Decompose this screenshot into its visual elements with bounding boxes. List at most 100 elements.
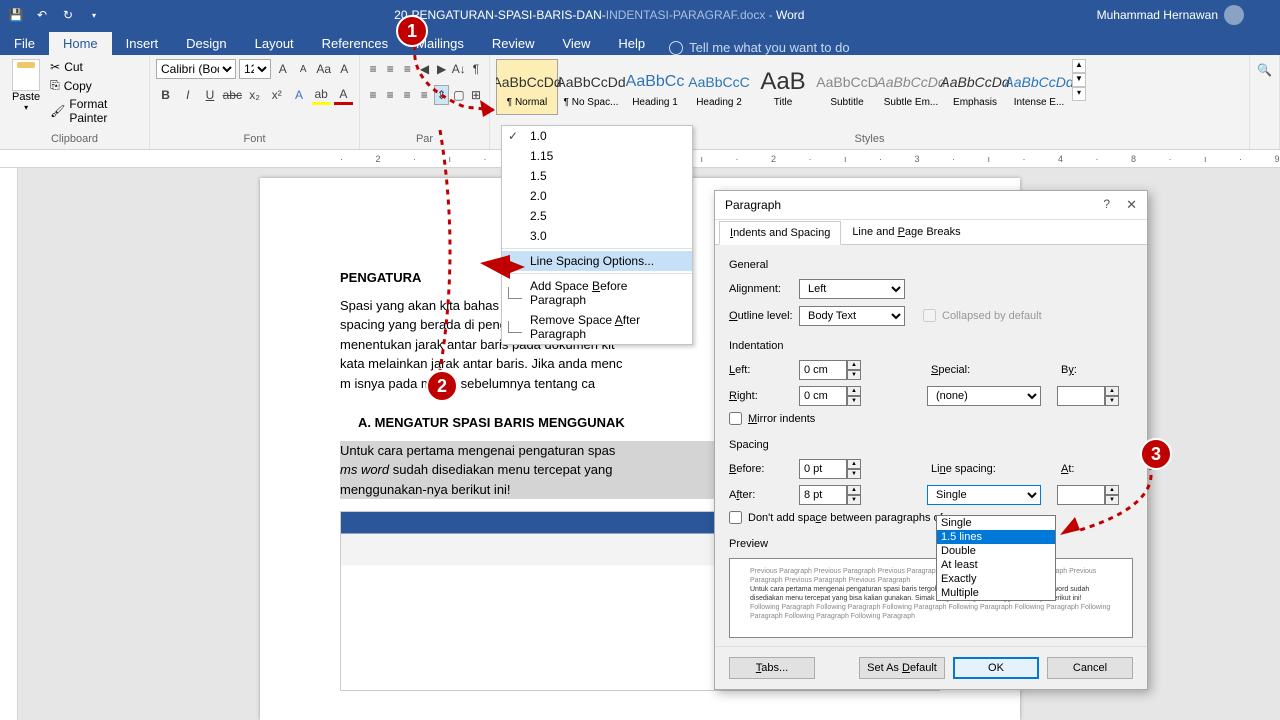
collapsed-checkbox: [923, 309, 936, 322]
line-spacing-menu: ✓1.0 1.15 1.5 2.0 2.5 3.0 Line Spacing O…: [501, 125, 693, 345]
cancel-button[interactable]: Cancel: [1047, 657, 1133, 679]
ls-25[interactable]: 2.5: [502, 206, 692, 226]
brush-icon: 🖌: [50, 104, 65, 118]
ls-15[interactable]: 1.5: [502, 166, 692, 186]
ls-opt-multiple[interactable]: Multiple: [937, 586, 1055, 600]
tab-file[interactable]: File: [0, 32, 49, 55]
tab-home[interactable]: Home: [49, 32, 112, 55]
tab-view[interactable]: View: [548, 32, 604, 55]
user-avatar-icon[interactable]: [1224, 5, 1244, 25]
cut-button[interactable]: ✂Cut: [46, 59, 143, 75]
tell-me[interactable]: Tell me what you want to do: [659, 40, 849, 55]
paragraph-dialog: Paragraph ? ✕ Indents and Spacing Line a…: [714, 190, 1148, 690]
tab-design[interactable]: Design: [172, 32, 240, 55]
bold-button[interactable]: B: [156, 85, 175, 105]
undo-icon[interactable]: ↶: [34, 7, 50, 23]
styles-more-icon[interactable]: ▾: [1072, 87, 1086, 101]
user-name[interactable]: Muhammad Hernawan: [1097, 8, 1218, 22]
styles-gallery[interactable]: AaBbCcDd¶ Normal AaBbCcDd¶ No Spac... Aa…: [496, 59, 1243, 131]
copy-button[interactable]: ⎘Copy: [46, 77, 143, 94]
tab-layout[interactable]: Layout: [241, 32, 308, 55]
shrink-font-icon[interactable]: A: [295, 59, 313, 79]
dont-add-checkbox[interactable]: [729, 511, 742, 524]
paste-button[interactable]: Paste ▾: [6, 59, 46, 112]
by-input[interactable]: [1057, 386, 1105, 406]
format-painter-button[interactable]: 🖌Format Painter: [46, 96, 143, 126]
ls-opt-exactly[interactable]: Exactly: [937, 572, 1055, 586]
font-name-select[interactable]: Calibri (Body): [156, 59, 236, 79]
strike-button[interactable]: abc: [223, 85, 242, 105]
after-label: After:: [729, 489, 799, 501]
alignment-select[interactable]: Left: [799, 279, 905, 299]
ls-30[interactable]: 3.0: [502, 226, 692, 246]
after-input[interactable]: [799, 485, 847, 505]
ls-options[interactable]: Line Spacing Options...: [502, 251, 692, 271]
styles-up-icon[interactable]: ▲: [1072, 59, 1086, 73]
grow-font-icon[interactable]: A: [274, 59, 292, 79]
styles-down-icon[interactable]: ▼: [1072, 73, 1086, 87]
tab-help[interactable]: Help: [604, 32, 659, 55]
special-select[interactable]: (none): [927, 386, 1041, 406]
annotation-arrow-2: [480, 255, 530, 285]
numbering-icon[interactable]: ≡: [383, 59, 397, 79]
ls-opt-single[interactable]: Single: [937, 516, 1055, 530]
tab-references[interactable]: References: [308, 32, 402, 55]
outline-label: Outline level:: [729, 310, 799, 322]
redo-icon[interactable]: ↻: [60, 7, 76, 23]
mirror-checkbox[interactable]: [729, 412, 742, 425]
align-left-icon[interactable]: ≡: [366, 85, 380, 105]
ls-10[interactable]: ✓1.0: [502, 126, 692, 146]
indent-left-label: Left:: [729, 364, 799, 376]
ls-opt-atleast[interactable]: At least: [937, 558, 1055, 572]
save-icon[interactable]: 💾: [8, 7, 24, 23]
alignment-label: Alignment:: [729, 283, 799, 295]
special-label: Special:: [931, 364, 991, 376]
close-icon[interactable]: ✕: [1126, 197, 1137, 213]
indent-right-label: Right:: [729, 390, 799, 402]
window-title: 20-PENGATURAN-SPASI-BARIS-DAN-INDENTASI-…: [102, 8, 1097, 22]
find-icon[interactable]: 🔍: [1257, 63, 1272, 77]
bullets-icon[interactable]: ≡: [366, 59, 380, 79]
ls-20[interactable]: 2.0: [502, 186, 692, 206]
indent-left-input[interactable]: [799, 360, 847, 380]
group-font-label: Font: [156, 131, 353, 147]
indent-right-input[interactable]: [799, 386, 847, 406]
italic-button[interactable]: I: [178, 85, 197, 105]
help-icon[interactable]: ?: [1103, 197, 1110, 213]
bulb-icon: [669, 41, 683, 55]
qa-more-icon[interactable]: ▾: [86, 7, 102, 23]
highlight-icon[interactable]: ab: [312, 85, 331, 105]
ls-opt-15lines[interactable]: 1.5 lines: [937, 530, 1055, 544]
before-label: Before:: [729, 463, 799, 475]
tab-insert[interactable]: Insert: [112, 32, 173, 55]
superscript-button[interactable]: x²: [267, 85, 286, 105]
ls-115[interactable]: 1.15: [502, 146, 692, 166]
menu-bar: File Home Insert Design Layout Reference…: [0, 30, 1280, 55]
ok-button[interactable]: OK: [953, 657, 1039, 679]
align-center-icon[interactable]: ≡: [383, 85, 397, 105]
clear-format-icon[interactable]: A: [336, 59, 354, 79]
vertical-ruler[interactable]: [0, 168, 18, 720]
ls-add-before[interactable]: Add Space Before Paragraph: [502, 276, 692, 310]
cut-icon: ✂: [50, 60, 60, 74]
subscript-button[interactable]: x₂: [245, 85, 264, 105]
tabs-button[interactable]: Tabs...: [729, 657, 815, 679]
set-default-button[interactable]: Set As Default: [859, 657, 945, 679]
outline-select[interactable]: Body Text: [799, 306, 905, 326]
underline-button[interactable]: U: [200, 85, 219, 105]
text-effects-icon[interactable]: A: [289, 85, 308, 105]
before-input[interactable]: [799, 459, 847, 479]
copy-icon: ⎘: [50, 78, 60, 93]
font-size-select[interactable]: 12: [239, 59, 271, 79]
change-case-icon[interactable]: Aa: [315, 59, 333, 79]
ls-opt-double[interactable]: Double: [937, 544, 1055, 558]
line-spacing-select[interactable]: Single: [927, 485, 1041, 505]
annotation-arrow-1: [405, 45, 525, 125]
check-icon: ✓: [508, 129, 518, 143]
font-color-icon[interactable]: A: [334, 85, 353, 105]
tab-indents-spacing[interactable]: Indents and Spacing: [719, 221, 841, 245]
tab-line-breaks[interactable]: Line and Page Breaks: [841, 220, 971, 244]
ls-remove-after[interactable]: Remove Space After Paragraph: [502, 310, 692, 344]
dialog-title: Paragraph: [725, 198, 781, 212]
annotation-2: 2: [426, 370, 458, 402]
